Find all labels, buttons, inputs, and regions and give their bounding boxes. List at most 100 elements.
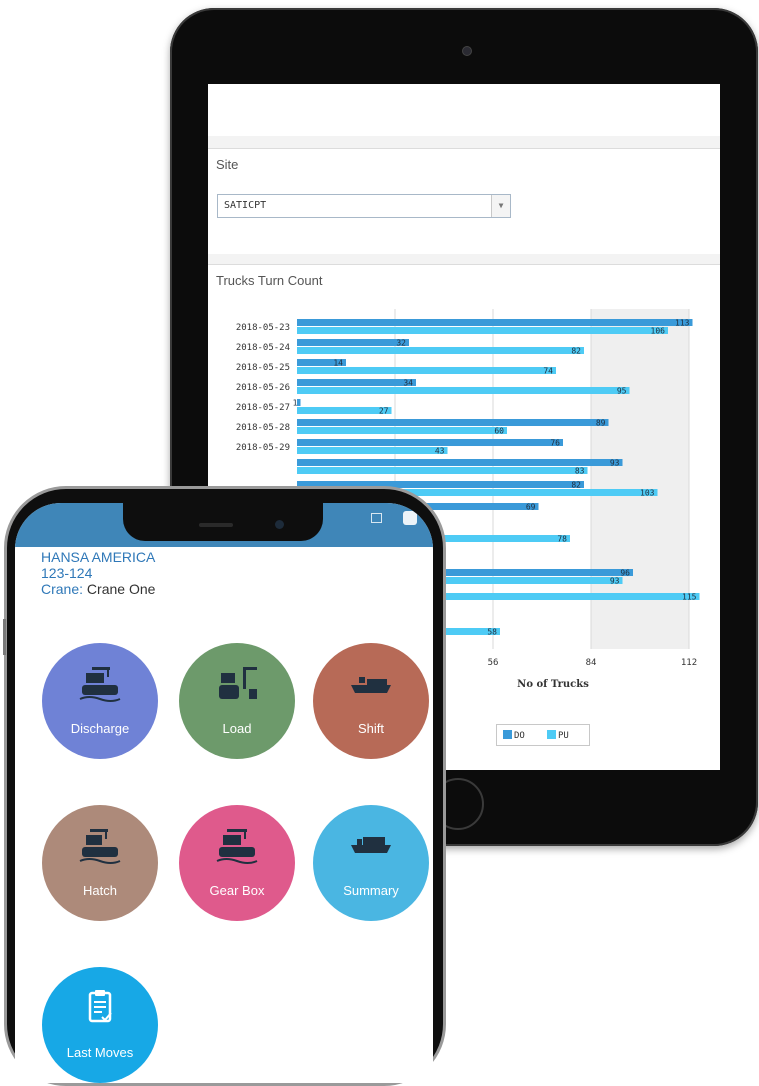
bar-pu <box>297 407 392 414</box>
legend-label-pu: PU <box>558 731 569 741</box>
tablet-camera <box>462 46 472 56</box>
bar-do <box>297 339 409 346</box>
bar-do <box>297 419 609 426</box>
summary-label: Summary <box>343 883 399 898</box>
bar-value-label: 34 <box>403 379 413 388</box>
discharge-label: Discharge <box>70 721 130 736</box>
load-button[interactable]: Load <box>179 643 295 759</box>
dropdown-arrow-icon[interactable]: ▼ <box>491 195 510 217</box>
ship-crane-icon <box>216 829 258 864</box>
bar-pu <box>297 467 588 474</box>
hatch-label: Hatch <box>83 883 117 898</box>
load-label: Load <box>222 721 252 736</box>
bar-value-label: 69 <box>526 503 536 512</box>
bar-do <box>297 399 301 406</box>
vessel-name: HANSA AMERICA <box>41 549 156 565</box>
bar-value-label: 82 <box>571 347 581 356</box>
vessel-info: HANSA AMERICA 123-124 Crane: Crane One <box>41 549 155 597</box>
gear-box-button[interactable]: Gear Box <box>179 805 295 921</box>
bar-value-label: 93 <box>610 459 620 468</box>
chart-panel-header: Trucks Turn Count <box>208 264 720 297</box>
bar-value-label: 78 <box>557 535 567 544</box>
bar-value-label: 82 <box>571 481 581 490</box>
crane-label: Crane: <box>41 581 84 597</box>
bar-value-label: 74 <box>543 367 553 376</box>
user-icon[interactable] <box>403 511 417 525</box>
last-moves-button[interactable]: Last Moves <box>42 967 158 1083</box>
cargo-ship-icon <box>351 837 391 853</box>
phone-device: HANSA AMERICA 123-124 Crane: Crane One D… <box>3 486 446 1086</box>
legend-swatch-pu <box>547 730 556 739</box>
hatch-button[interactable]: Hatch <box>42 805 158 921</box>
shift-label: Shift <box>357 721 384 736</box>
bar-pu <box>297 347 584 354</box>
category-label: 2018-05-26 <box>236 383 290 393</box>
bar-value-label: 58 <box>487 628 497 637</box>
site-panel-header: Site <box>208 148 720 182</box>
chart-panel-title: Trucks Turn Count <box>216 273 323 288</box>
bar-pu <box>297 327 668 334</box>
chart-legend: DO PU <box>496 724 590 746</box>
bar-value-label: 95 <box>617 387 627 396</box>
crane-line: Crane: Crane One <box>41 581 155 597</box>
gear-box-label: Gear Box <box>209 883 265 898</box>
tablet-top-bar <box>208 84 720 136</box>
phone-speaker <box>199 523 233 527</box>
bar-value-label: 83 <box>575 467 585 476</box>
bar-do <box>297 459 623 466</box>
shift-button[interactable]: Shift <box>313 643 429 759</box>
bar-do <box>297 439 563 446</box>
x-tick-label: 84 <box>586 658 597 668</box>
category-label: 2018-05-28 <box>236 423 290 433</box>
crane-value: Crane One <box>86 581 156 597</box>
bar-value-label: 113 <box>675 319 690 328</box>
bar-pu <box>297 427 507 434</box>
bar-do <box>297 379 416 386</box>
bar-value-label: 1 <box>293 399 298 408</box>
legend-label-do: DO <box>514 731 525 741</box>
bar-value-label: 89 <box>596 419 606 428</box>
ship-hatch-icon <box>79 829 121 864</box>
voyage-number: 123-124 <box>41 565 93 581</box>
container-ship-icon <box>351 677 391 693</box>
last-moves-label: Last Moves <box>66 1045 134 1060</box>
bar-value-label: 43 <box>435 447 445 456</box>
x-tick-label: 56 <box>488 658 499 668</box>
phone-front-camera <box>275 520 284 529</box>
legend-item-pu[interactable]: PU <box>547 730 569 741</box>
bar-value-label: 115 <box>682 593 697 602</box>
bar-pu <box>297 387 630 394</box>
bar-value-label: 14 <box>333 359 343 368</box>
ship-load-icon <box>219 667 257 699</box>
discharge-button[interactable]: Discharge <box>42 643 158 759</box>
legend-item-do[interactable]: DO <box>503 730 525 741</box>
bar-value-label: 106 <box>651 327 666 336</box>
site-panel-body: SATICPT ▼ <box>208 180 720 254</box>
bar-value-label: 76 <box>550 439 560 448</box>
phone-side-button <box>3 619 6 655</box>
menu-icon[interactable] <box>371 513 382 523</box>
site-select[interactable]: SATICPT ▼ <box>217 194 511 218</box>
category-label: 2018-05-25 <box>236 363 290 373</box>
category-label: 2018-05-27 <box>236 403 290 413</box>
phone-notch <box>123 503 323 541</box>
clipboard-icon <box>88 990 112 1023</box>
bar-value-label: 93 <box>610 577 620 586</box>
summary-button[interactable]: Summary <box>313 805 429 921</box>
bar-value-label: 103 <box>640 489 655 498</box>
category-label: 2018-05-23 <box>236 323 290 333</box>
bar-pu <box>297 447 448 454</box>
x-axis-title: No of Trucks <box>517 679 589 690</box>
bar-pu <box>297 367 556 374</box>
bar-do <box>297 319 693 326</box>
x-tick-label: 112 <box>681 658 697 668</box>
category-label: 2018-05-29 <box>236 443 290 453</box>
category-label: 2018-05-24 <box>236 343 290 353</box>
phone-screen: HANSA AMERICA 123-124 Crane: Crane One D… <box>15 503 433 1083</box>
ship-discharge-icon <box>79 667 121 702</box>
site-select-value: SATICPT <box>224 200 267 211</box>
legend-swatch-do <box>503 730 512 739</box>
site-panel-title: Site <box>216 157 239 172</box>
bar-value-label: 32 <box>396 339 406 348</box>
bar-value-label: 96 <box>620 569 630 578</box>
